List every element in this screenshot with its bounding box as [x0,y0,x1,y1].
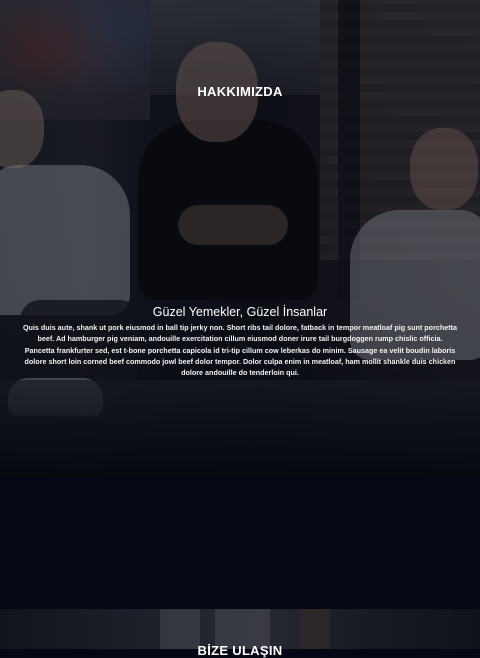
about-section-title: HAKKIMIZDA [197,84,283,99]
about-hero-image [0,0,480,478]
about-headline: Güzel Yemekler, Güzel İnsanlar [152,305,328,319]
contact-section-title: BİZE ULAŞIN [197,643,283,658]
hero-overlay [0,0,480,478]
about-body-text: Quis duis aute, shank ut pork eiusmod in… [22,323,458,378]
section-spacer [0,478,480,609]
